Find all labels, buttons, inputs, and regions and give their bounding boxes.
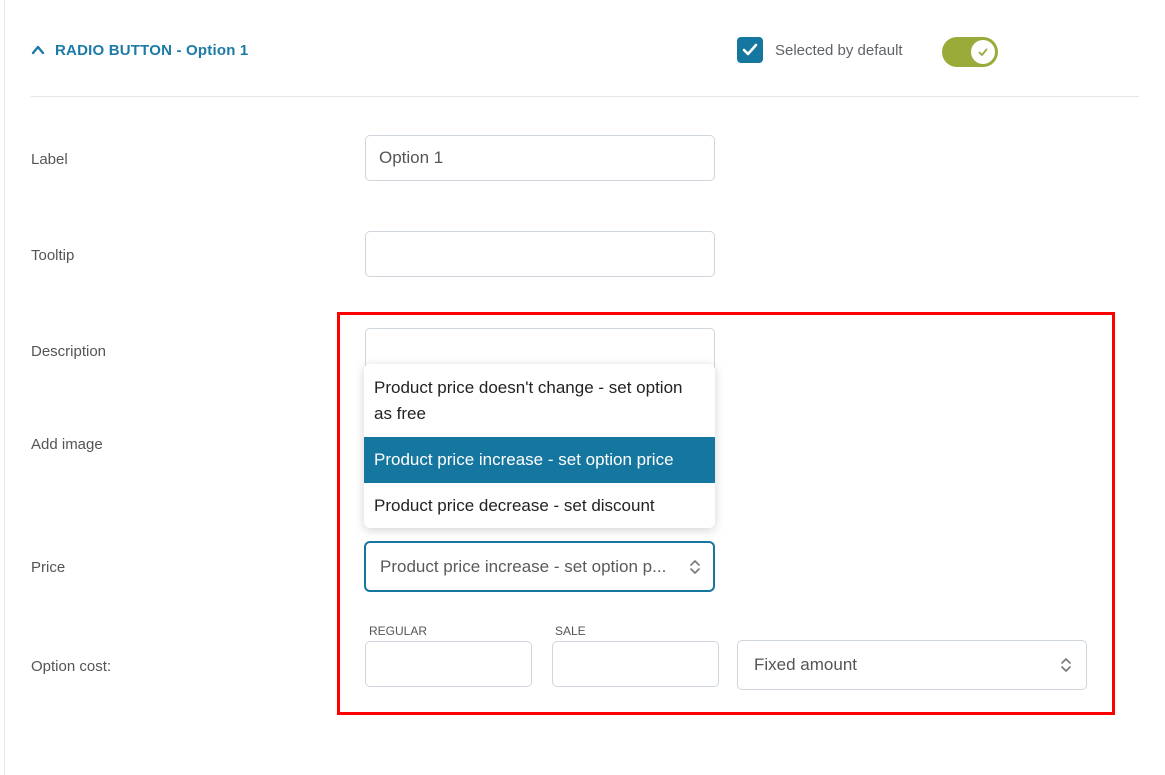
chevron-updown-icon xyxy=(690,559,700,574)
option-panel: RADIO BUTTON - Option 1 Selected by defa… xyxy=(4,0,1165,775)
tooltip-field-label: Tooltip xyxy=(31,247,75,264)
selected-by-default[interactable]: Selected by default xyxy=(737,37,903,63)
chevron-up-icon[interactable] xyxy=(31,43,45,57)
price-option-free[interactable]: Product price doesn't change - set optio… xyxy=(364,364,715,437)
section-header[interactable]: RADIO BUTTON - Option 1 xyxy=(31,36,248,64)
tooltip-input[interactable] xyxy=(365,231,715,277)
regular-price-input[interactable] xyxy=(365,641,532,687)
price-option-decrease[interactable]: Product price decrease - set discount xyxy=(364,483,715,528)
description-field-label: Description xyxy=(31,343,107,360)
section-title: RADIO BUTTON - Option 1 xyxy=(55,41,249,59)
cost-type-value: Fixed amount xyxy=(754,655,857,674)
chevron-updown-icon xyxy=(1061,658,1071,672)
label-field-label: Label xyxy=(31,151,68,168)
toggle-knob xyxy=(971,40,995,64)
sale-price-input[interactable] xyxy=(552,641,719,687)
price-field-label: Price xyxy=(31,559,66,576)
sale-price-label: SALE xyxy=(555,624,586,638)
selected-by-default-label: Selected by default xyxy=(775,41,903,59)
check-icon xyxy=(742,43,758,56)
label-input[interactable]: Option 1 xyxy=(365,135,715,181)
option-cost-label: Option cost: xyxy=(31,658,112,675)
check-icon xyxy=(978,48,988,56)
price-select-value: Product price increase - set option p... xyxy=(380,556,667,576)
price-option-increase[interactable]: Product price increase - set option pric… xyxy=(364,437,715,483)
enable-toggle[interactable] xyxy=(942,37,998,67)
price-dropdown: Product price doesn't change - set optio… xyxy=(364,364,715,528)
regular-price-label: REGULAR xyxy=(369,624,428,638)
add-image-label: Add image xyxy=(31,436,103,453)
selected-by-default-checkbox[interactable] xyxy=(737,37,763,63)
header-divider xyxy=(31,96,1139,97)
price-select[interactable]: Product price increase - set option p... xyxy=(364,541,715,592)
cost-type-select[interactable]: Fixed amount xyxy=(737,640,1087,690)
